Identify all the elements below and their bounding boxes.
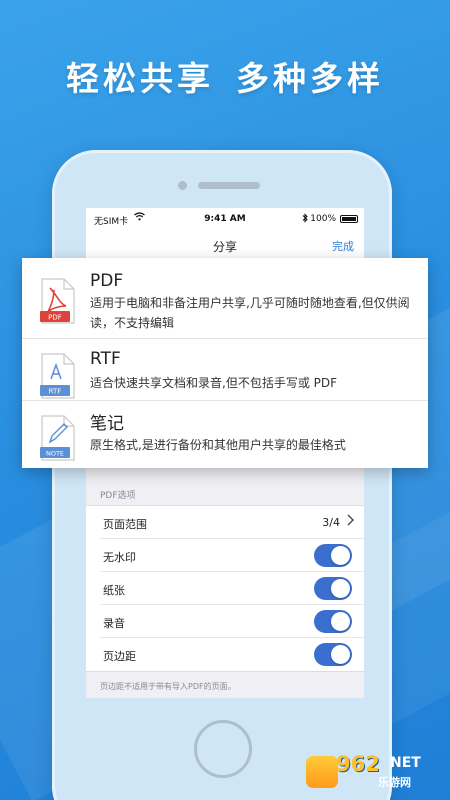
promo-headline: 轻松共享 多种多样 bbox=[0, 52, 450, 100]
site-logo-icon bbox=[306, 756, 338, 788]
pdf-file-icon: PDF bbox=[38, 278, 78, 328]
share-option-pdf[interactable]: PDF PDF 适用于电脑和非备注用户共享,几乎可随时随地查看,但仅供阅读，不支… bbox=[22, 258, 428, 338]
note-file-icon: NOTE bbox=[38, 415, 78, 465]
phone-camera bbox=[178, 181, 187, 190]
format-name: PDF bbox=[90, 271, 124, 291]
format-description: 适合快速共享文档和录音,但不包括手写或 PDF bbox=[90, 376, 338, 390]
format-description: 原生格式,是进行备份和其他用户共享的最佳格式 bbox=[90, 438, 346, 452]
done-button[interactable]: 完成 bbox=[332, 238, 354, 254]
page-range-label: 页面范围 bbox=[103, 518, 147, 531]
margin-label: 页边距 bbox=[103, 650, 136, 663]
share-option-rtf[interactable]: RTF RTF 适合快速共享文档和录音,但不包括手写或 PDF bbox=[22, 338, 428, 400]
status-bar: 无SIM卡 9:41 AM 100% bbox=[86, 208, 364, 230]
site-watermark: 962 NET 乐游网 bbox=[306, 752, 442, 792]
svg-text:NOTE: NOTE bbox=[46, 450, 64, 458]
format-name: 笔记 bbox=[90, 414, 124, 434]
headline-part2: 多种多样 bbox=[236, 59, 384, 98]
margin-footnote: 页边距不适用于带有导入PDF的页面。 bbox=[100, 682, 236, 691]
paper-toggle[interactable] bbox=[314, 577, 352, 600]
page-range-value: 3/4 bbox=[322, 516, 340, 529]
battery-icon bbox=[340, 215, 358, 223]
nav-title: 分享 bbox=[212, 240, 237, 254]
margin-toggle[interactable] bbox=[314, 643, 352, 666]
paper-row: 纸张 bbox=[100, 572, 364, 605]
no-watermark-toggle[interactable] bbox=[314, 544, 352, 567]
bluetooth-icon bbox=[302, 213, 308, 226]
audio-row: 录音 bbox=[100, 605, 364, 638]
svg-text:RTF: RTF bbox=[49, 388, 62, 396]
rtf-file-icon: RTF bbox=[38, 353, 78, 403]
watermark-site-name: 乐游网 bbox=[378, 776, 411, 789]
margin-row: 页边距 bbox=[100, 638, 364, 671]
audio-toggle[interactable] bbox=[314, 610, 352, 633]
audio-label: 录音 bbox=[103, 617, 125, 630]
no-watermark-row: 无水印 bbox=[100, 539, 364, 572]
headline-part1: 轻松共享 bbox=[66, 59, 214, 98]
paper-label: 纸张 bbox=[103, 584, 125, 597]
watermark-net: NET bbox=[390, 755, 421, 771]
phone-speaker bbox=[198, 182, 260, 189]
page-range-row[interactable]: 页面范围 3/4 bbox=[100, 506, 364, 539]
share-option-note[interactable]: NOTE 笔记 原生格式,是进行备份和其他用户共享的最佳格式 bbox=[22, 400, 428, 468]
home-button[interactable] bbox=[194, 720, 252, 778]
share-format-card: PDF PDF 适用于电脑和非备注用户共享,几乎可随时随地查看,但仅供阅读，不支… bbox=[22, 258, 428, 468]
pdf-options-list: 页面范围 3/4 无水印 纸张 录音 页边距 bbox=[86, 505, 364, 672]
format-name: RTF bbox=[90, 349, 121, 369]
nav-bar: 分享 完成 bbox=[86, 230, 364, 260]
svg-text:PDF: PDF bbox=[48, 314, 62, 322]
pdf-options-section-label: PDF选项 bbox=[100, 491, 136, 501]
format-description: 适用于电脑和非备注用户共享,几乎可随时随地查看,但仅供阅读，不支持编辑 bbox=[90, 296, 410, 330]
watermark-number: 962 bbox=[336, 752, 380, 776]
battery-percent: 100% bbox=[310, 214, 336, 224]
chevron-right-icon bbox=[347, 514, 354, 530]
no-watermark-label: 无水印 bbox=[103, 551, 136, 564]
